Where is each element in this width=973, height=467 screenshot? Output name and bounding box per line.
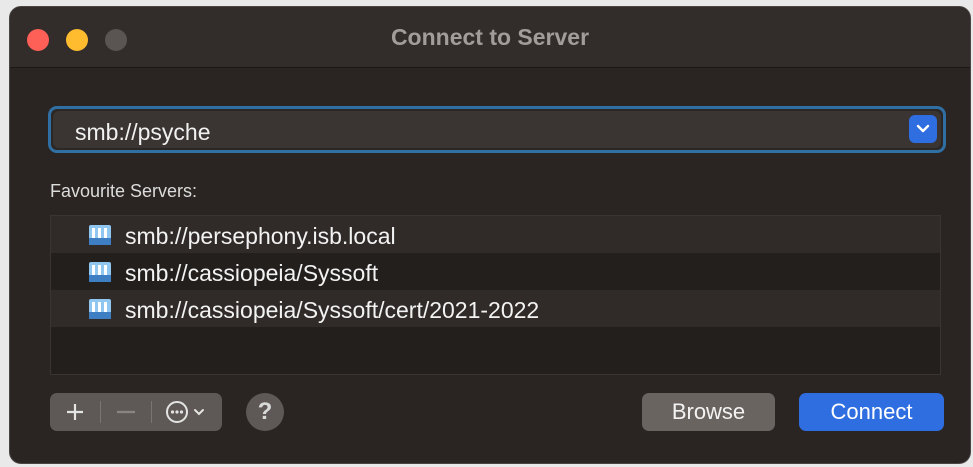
ellipsis-circle-icon <box>166 401 204 423</box>
server-address-combo[interactable]: smb://psyche <box>48 106 946 153</box>
list-item[interactable]: smb://cassiopeia/Syssoft <box>51 253 940 290</box>
network-server-icon <box>89 262 111 282</box>
plus-icon <box>67 404 83 420</box>
server-address-input[interactable]: smb://psyche <box>75 119 211 146</box>
server-history-dropdown-button[interactable] <box>909 115 937 143</box>
title-bar: Connect to Server <box>10 7 970 68</box>
favourites-toolbar <box>50 393 222 431</box>
minus-icon <box>117 410 135 414</box>
remove-favourite-button[interactable] <box>101 393 151 431</box>
network-server-icon <box>89 299 111 319</box>
add-favourite-button[interactable] <box>50 393 100 431</box>
browse-button[interactable]: Browse <box>642 393 775 431</box>
connect-to-server-window: Connect to Server smb://psyche Favourite… <box>9 6 971 464</box>
more-actions-menu-button[interactable] <box>152 393 222 431</box>
server-url: smb://cassiopeia/Syssoft <box>125 260 379 286</box>
server-url: smb://cassiopeia/Syssoft/cert/2021-2022 <box>125 297 540 323</box>
server-url: smb://persephony.isb.local <box>125 223 396 249</box>
window-title: Connect to Server <box>390 24 590 50</box>
list-item[interactable]: smb://persephony.isb.local <box>51 216 940 253</box>
network-server-icon <box>89 225 111 245</box>
chevron-down-icon <box>916 124 930 133</box>
list-item[interactable]: smb://cassiopeia/Syssoft/cert/2021-2022 <box>51 290 940 327</box>
connect-button[interactable]: Connect <box>799 393 944 431</box>
server-address-field-bg: smb://psyche <box>53 111 941 148</box>
favourite-servers-list[interactable]: smb://persephony.isb.local smb://cassiop… <box>50 215 941 375</box>
favourite-servers-label: Favourite Servers: <box>50 181 198 201</box>
help-button[interactable]: ? <box>246 393 284 431</box>
